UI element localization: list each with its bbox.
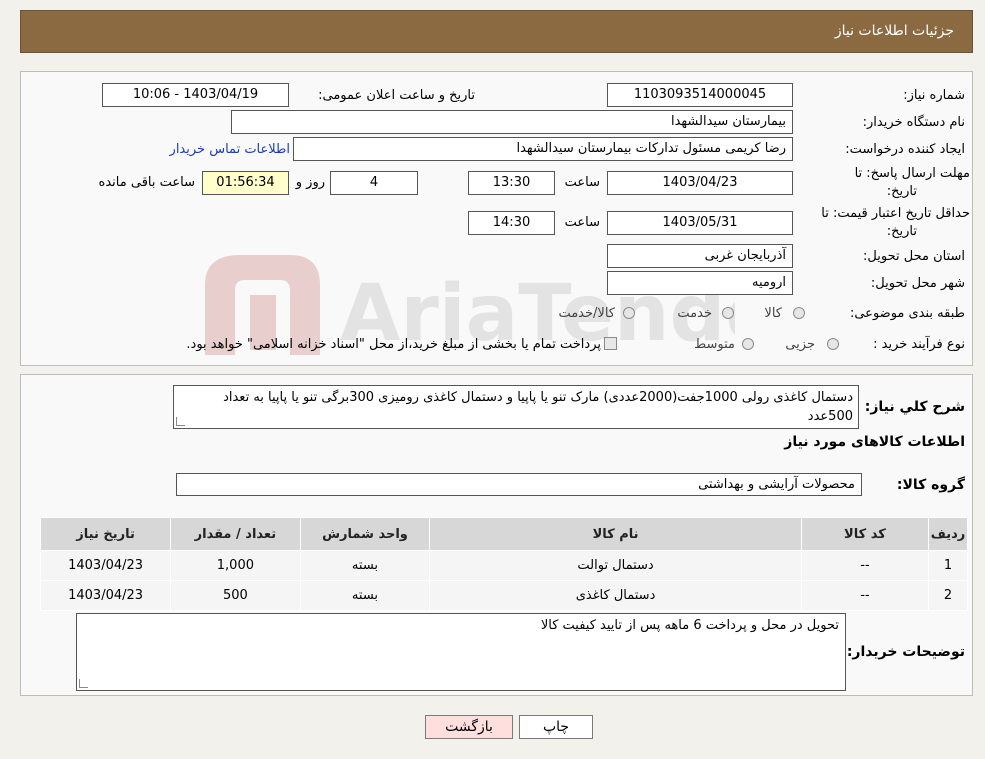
province-value: آذربایجان غربی [607, 244, 793, 268]
category-label: طبقه بندی موضوعی: [849, 306, 965, 321]
buyer-notes-label: توضیحات خریدار: [846, 644, 965, 660]
cell-unit: بسته [299, 550, 431, 581]
time-remaining-label: ساعت باقی مانده [98, 175, 195, 190]
goods-group-label: گروه کالا: [896, 477, 965, 493]
treasury-checkbox[interactable] [604, 337, 617, 350]
cell-quantity: 500 [170, 580, 301, 611]
deadline-date: 1403/04/23 [607, 171, 793, 195]
category-option-goods-service: کالا/خدمت [558, 306, 615, 321]
announce-value: 1403/04/19 - 10:06 [102, 83, 289, 107]
resize-handle-icon[interactable] [79, 679, 88, 688]
category-radio-goods[interactable] [793, 307, 805, 319]
category-radio-service[interactable] [722, 307, 734, 319]
deadline-time-label: ساعت [564, 175, 600, 190]
deadline-label-date: تاریخ: [886, 184, 917, 199]
cell-code: -- [800, 580, 930, 611]
col-row: ردیف [928, 517, 968, 551]
validity-time: 14:30 [468, 211, 555, 235]
need-number-value: 1103093514000045 [607, 83, 793, 107]
city-label: شهر محل تحویل: [870, 276, 965, 291]
goods-table-header: ردیف کد کالا نام کالا واحد شمارش تعداد /… [39, 517, 968, 551]
process-option-minor: جزیی [785, 337, 815, 352]
process-label: نوع فرآیند خرید : [873, 337, 965, 352]
need-number-label: شماره نیاز: [903, 88, 965, 103]
category-option-goods: کالا [764, 306, 782, 321]
page-title: جزئیات اطلاعات نیاز [834, 23, 954, 39]
category-option-service: خدمت [677, 306, 712, 321]
goods-table: ردیف کد کالا نام کالا واحد شمارش تعداد /… [39, 517, 968, 611]
creator-label: ایجاد کننده درخواست: [845, 142, 965, 157]
validity-label-date: تاریخ: [886, 224, 917, 239]
days-label: روز و [295, 175, 325, 190]
goods-info-label: اطلاعات کالاهای مورد نیاز [784, 434, 965, 450]
col-need-date: تاریخ نیاز [39, 517, 172, 551]
process-note: پرداخت تمام یا بخشی از مبلغ خرید،از محل … [186, 337, 601, 352]
resize-handle-icon[interactable] [176, 417, 185, 426]
cell-quantity: 1,000 [170, 550, 301, 581]
process-radio-medium[interactable] [742, 338, 754, 350]
cell-name: دستمال کاغذی [429, 580, 802, 611]
announce-label: تاریخ و ساعت اعلان عمومی: [318, 88, 475, 103]
col-name: نام کالا [429, 517, 802, 551]
validity-time-label: ساعت [564, 215, 600, 230]
col-quantity: تعداد / مقدار [170, 517, 301, 551]
col-unit: واحد شمارش [299, 517, 431, 551]
process-option-medium: متوسط [694, 337, 735, 352]
buyer-label: نام دستگاه خریدار: [862, 115, 965, 130]
cell-name: دستمال توالت [429, 550, 802, 581]
buyer-value: بیمارستان سیدالشهدا [231, 110, 793, 134]
cell-need-date: 1403/04/23 [39, 550, 172, 581]
days-remaining: 4 [330, 171, 418, 195]
cell-need-date: 1403/04/23 [39, 580, 172, 611]
table-row: 2 -- دستمال کاغذی بسته 500 1403/04/23 [39, 580, 968, 611]
category-radio-goods-service[interactable] [623, 307, 635, 319]
print-button[interactable]: چاپ [519, 715, 593, 739]
cell-row: 2 [928, 580, 968, 611]
goods-group-value: محصولات آرایشی و بهداشتی [176, 473, 862, 496]
city-value: ارومیه [607, 271, 793, 295]
creator-value: رضا کریمی مسئول تدارکات بیمارستان سیدالش… [293, 137, 793, 161]
cell-row: 1 [928, 550, 968, 581]
deadline-label: مهلت ارسال پاسخ: تا [854, 166, 970, 181]
cell-unit: بسته [299, 580, 431, 611]
col-code: کد کالا [800, 517, 930, 551]
province-label: استان محل تحویل: [863, 249, 965, 264]
general-description-label: شرح کلي نياز: [864, 399, 965, 415]
time-remaining: 01:56:34 [202, 171, 289, 195]
process-radio-minor[interactable] [827, 338, 839, 350]
page-header: جزئیات اطلاعات نیاز [20, 10, 973, 53]
validity-label: حداقل تاریخ اعتبار قیمت: تا [821, 206, 970, 221]
buyer-contact-link[interactable]: اطلاعات تماس خریدار [170, 142, 290, 157]
table-row: 1 -- دستمال توالت بسته 1,000 1403/04/23 [39, 550, 968, 581]
cell-code: -- [800, 550, 930, 581]
validity-date: 1403/05/31 [607, 211, 793, 235]
back-button[interactable]: بازگشت [425, 715, 513, 739]
buyer-notes-text[interactable]: تحویل در محل و پرداخت 6 ماهه پس از تایید… [76, 613, 846, 691]
deadline-time: 13:30 [468, 171, 555, 195]
general-description-text[interactable]: دستمال کاغذی رولی 1000جفت(2000عددی) مارک… [173, 385, 859, 429]
